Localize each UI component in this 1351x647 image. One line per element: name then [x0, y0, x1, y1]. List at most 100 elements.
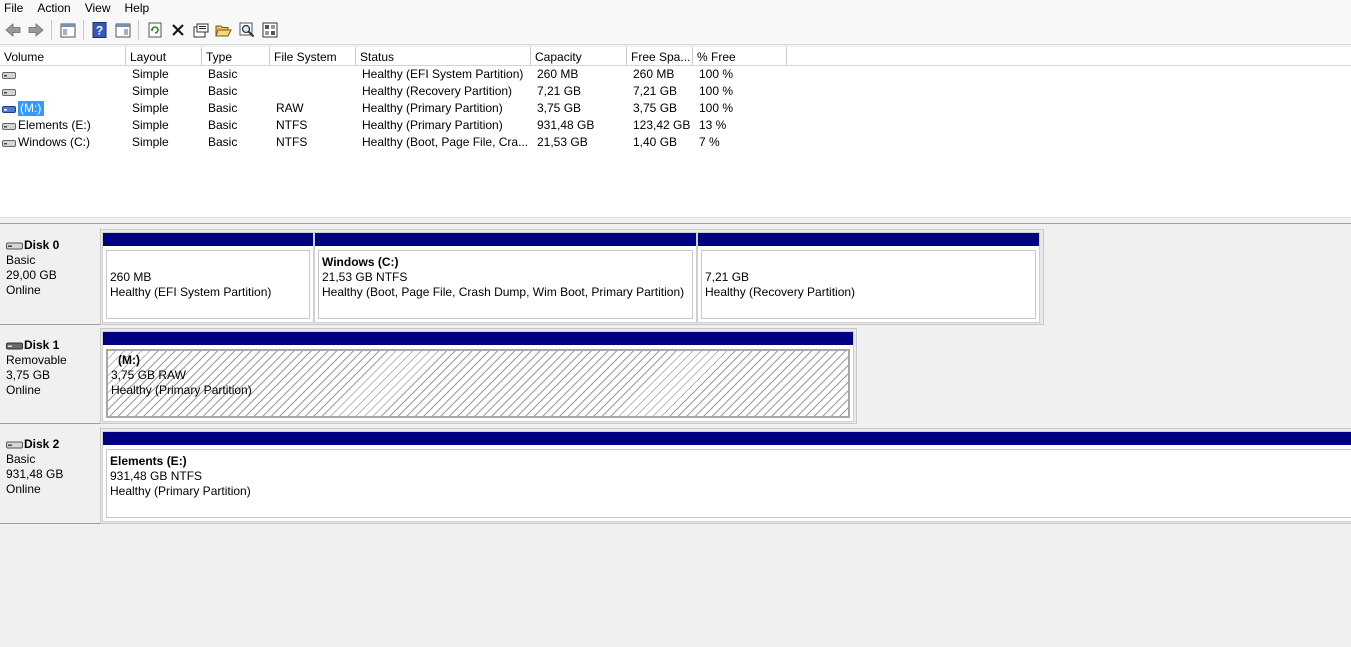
cell-layout: Simple [132, 84, 169, 98]
properties-icon[interactable] [190, 20, 211, 41]
menu-action[interactable]: Action [31, 1, 78, 15]
cell-status: Healthy (Primary Partition) [362, 118, 503, 132]
disk-kind: Removable [6, 353, 67, 367]
menu-view[interactable]: View [79, 1, 119, 15]
column-header-capacity[interactable]: Capacity [531, 47, 627, 65]
cell-status: Healthy (EFI System Partition) [362, 67, 524, 81]
cell-capacity: 21,53 GB [537, 135, 588, 149]
table-row[interactable]: Simple Basic Healthy (EFI System Partiti… [0, 66, 1351, 83]
column-header-file-system[interactable]: File System [270, 47, 356, 65]
cell-percent-free: 100 % [699, 67, 734, 81]
forward-arrow-icon[interactable] [25, 20, 46, 41]
cell-capacity: 7,21 GB [537, 84, 582, 98]
cell-status: Healthy (Boot, Page File, Cra... [362, 135, 529, 149]
cell-file-system [270, 66, 356, 83]
menu-bar: File Action View Help [0, 0, 1351, 16]
cell-layout: Simple [132, 135, 169, 149]
cell-file-system: RAW [276, 101, 304, 115]
column-header-percent-free[interactable]: % Free [693, 47, 787, 65]
table-row[interactable]: (M:) Simple Basic RAW Healthy (Primary P… [0, 100, 1351, 117]
cell-percent-free: 100 % [699, 101, 734, 115]
cell-status: Healthy (Recovery Partition) [362, 84, 513, 98]
menu-file[interactable]: File [0, 1, 31, 15]
disk-map: Disk 0 Basic 29,00 GB Online 260 MB Heal… [0, 224, 1351, 647]
table-row[interactable]: Elements (E:) Simple Basic NTFS Healthy … [0, 117, 1351, 134]
column-header-status[interactable]: Status [356, 47, 531, 65]
show-action-pane-icon[interactable] [112, 20, 133, 41]
partition-efi[interactable]: 260 MB Healthy (EFI System Partition) [102, 232, 314, 323]
toolbar-separator [138, 20, 139, 40]
cell-type: Basic [208, 101, 238, 115]
cell-file-system [270, 83, 356, 100]
cell-percent-free: 100 % [699, 84, 734, 98]
partition-size: 260 MB [110, 270, 152, 284]
back-arrow-icon[interactable] [2, 20, 23, 41]
disk-2-label[interactable]: Disk 2 Basic 931,48 GB Online [0, 427, 101, 524]
cell-free-space: 1,40 GB [633, 135, 678, 149]
disk-size: 29,00 GB [6, 268, 57, 282]
svg-text:?: ? [95, 24, 102, 38]
partition-elements-e[interactable]: Elements (E:) 931,48 GB NTFS Healthy (Pr… [102, 431, 1351, 522]
cell-status: Healthy (Primary Partition) [362, 101, 503, 115]
cell-percent-free: 13 % [699, 118, 727, 132]
hard-disk-icon [6, 242, 23, 249]
disk-kind: Basic [6, 452, 36, 466]
partition-bar [315, 233, 696, 246]
column-header-type[interactable]: Type [202, 47, 270, 65]
disk-size: 3,75 GB [6, 368, 51, 382]
help-icon[interactable]: ? [89, 20, 110, 41]
drive-icon [2, 71, 16, 79]
toolbar-separator [51, 20, 52, 40]
partition-bar [103, 432, 1351, 445]
pane-splitter[interactable] [0, 217, 1351, 224]
refresh-icon[interactable] [144, 20, 165, 41]
partition-windows-c[interactable]: Windows (C:) 21,53 GB NTFS Healthy (Boot… [314, 232, 697, 323]
volume-name: Windows (C:) [18, 135, 91, 149]
disk-0-label[interactable]: Disk 0 Basic 29,00 GB Online [0, 228, 101, 325]
cell-capacity: 3,75 GB [537, 101, 582, 115]
volume-list[interactable]: Volume Layout Type File System Status Ca… [0, 47, 1351, 217]
cell-free-space: 260 MB [633, 67, 675, 81]
cell-free-space: 3,75 GB [633, 101, 678, 115]
cell-type: Basic [208, 67, 238, 81]
partition-status: Healthy (Boot, Page File, Crash Dump, Wi… [322, 285, 685, 299]
cell-file-system: NTFS [276, 135, 308, 149]
partition-status: Healthy (EFI System Partition) [110, 285, 272, 299]
delete-icon[interactable] [167, 20, 188, 41]
table-row[interactable]: Windows (C:) Simple Basic NTFS Healthy (… [0, 134, 1351, 151]
disk-1-label[interactable]: Disk 1 Removable 3,75 GB Online [0, 328, 101, 424]
disk-name: Disk 2 [24, 437, 60, 451]
partition-recovery[interactable]: 7,21 GB Healthy (Recovery Partition) [697, 232, 1040, 323]
drive-icon [2, 88, 16, 96]
partition-size: 21,53 GB NTFS [322, 270, 408, 284]
open-folder-icon[interactable] [213, 20, 234, 41]
column-header-free-space[interactable]: Free Spa... [627, 47, 693, 65]
volume-name: Elements (E:) [18, 118, 91, 132]
disk-name: Disk 1 [24, 338, 60, 352]
hard-disk-icon [6, 441, 23, 448]
cell-free-space: 7,21 GB [633, 84, 678, 98]
disk-0-partitions: 260 MB Healthy (EFI System Partition) Wi… [100, 229, 1044, 325]
cell-capacity: 260 MB [537, 67, 579, 81]
partition-status: Healthy (Primary Partition) [111, 383, 252, 397]
partition-bar [698, 233, 1039, 246]
partition-title: (M:) [118, 353, 140, 367]
partition-bar [103, 332, 853, 345]
cell-type: Basic [208, 135, 238, 149]
toolbar: ? [0, 16, 1351, 45]
explore-magnifier-icon[interactable] [236, 20, 257, 41]
disk-state: Online [6, 482, 41, 496]
disk-kind: Basic [6, 253, 36, 267]
show-hide-console-tree-icon[interactable] [57, 20, 78, 41]
partition-m[interactable]: (M:) 3,75 GB RAW Healthy (Primary Partit… [102, 331, 854, 422]
cell-layout: Simple [132, 118, 169, 132]
table-row[interactable]: Simple Basic Healthy (Recovery Partition… [0, 83, 1351, 100]
column-header-volume[interactable]: Volume [0, 47, 126, 65]
toolbar-separator [83, 20, 84, 40]
cell-type: Basic [208, 118, 238, 132]
menu-help[interactable]: Help [119, 1, 158, 15]
list-header: Volume Layout Type File System Status Ca… [0, 47, 1351, 66]
disk-properties-icon[interactable] [259, 20, 280, 41]
disk-state: Online [6, 283, 41, 297]
column-header-layout[interactable]: Layout [126, 47, 202, 65]
